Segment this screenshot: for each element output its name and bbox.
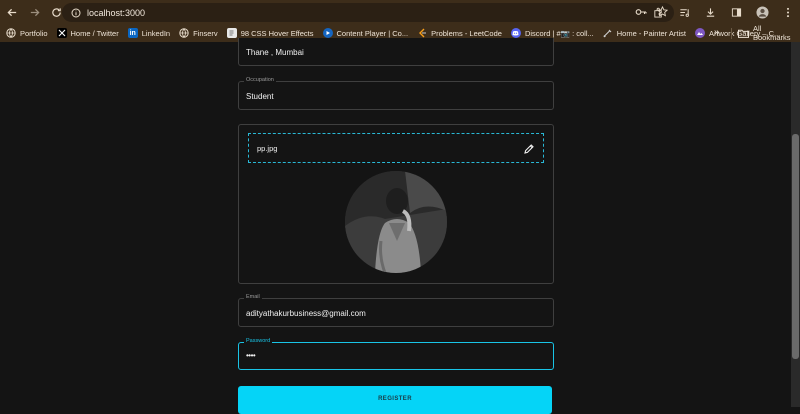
- browser-chrome: localhost:3000 Portfolio Home / Twitter …: [0, 0, 800, 42]
- bookmark-label: Problems - LeetCode: [431, 28, 502, 38]
- more-bookmarks-button[interactable]: »: [714, 27, 720, 38]
- occupation-value[interactable]: Student: [246, 92, 274, 101]
- download-icon[interactable]: [700, 2, 720, 22]
- edit-pencil-icon[interactable]: [523, 142, 535, 154]
- bookmark-label: 98 CSS Hover Effects: [240, 28, 314, 38]
- profile-picture-upload: pp.jpg: [238, 124, 554, 284]
- address-bar[interactable]: localhost:3000: [62, 3, 674, 22]
- register-button[interactable]: REGISTER: [238, 386, 552, 414]
- file-dropzone[interactable]: pp.jpg: [248, 133, 544, 163]
- bookmark-twitter[interactable]: Home / Twitter: [56, 24, 119, 42]
- location-value[interactable]: Thane , Mumbai: [246, 48, 304, 57]
- bookmark-label: LinkedIn: [141, 28, 171, 38]
- bookmark-linkedin[interactable]: in LinkedIn: [127, 24, 171, 42]
- bookmark-label: Content Player | Co...: [336, 28, 409, 38]
- player-icon: [322, 28, 333, 38]
- extensions-icon[interactable]: [648, 2, 668, 22]
- password-key-icon[interactable]: [635, 4, 647, 22]
- gallery-icon: [694, 28, 705, 38]
- side-panel-icon[interactable]: [726, 2, 746, 22]
- password-value[interactable]: ••••: [246, 351, 256, 360]
- occupation-label: Occupation: [244, 77, 276, 83]
- linkedin-icon: in: [127, 28, 138, 38]
- forward-icon[interactable]: [24, 2, 44, 22]
- url-text[interactable]: localhost:3000: [87, 8, 145, 18]
- bookmark-label: Finserv: [193, 28, 218, 38]
- site-info-icon[interactable]: [67, 8, 85, 18]
- media-controls-icon[interactable]: [674, 2, 694, 22]
- occupation-field[interactable]: Occupation Student: [238, 77, 554, 110]
- profile-preview-image: [345, 171, 447, 273]
- bookmark-label: Home - Painter Artist: [616, 28, 686, 38]
- bookmark-label: Home / Twitter: [70, 28, 119, 38]
- bookmarks-divider: [731, 28, 732, 39]
- password-label: Password: [244, 338, 273, 344]
- password-field[interactable]: Password ••••: [238, 338, 554, 370]
- page-icon: [226, 28, 237, 38]
- email-field[interactable]: Email adityathakurbusiness@gmail.com: [238, 294, 554, 327]
- bookmark-painter-artist[interactable]: Home - Painter Artist: [603, 24, 686, 42]
- all-bookmarks-button[interactable]: All Bookmarks: [738, 24, 800, 42]
- browser-toolbar: localhost:3000: [0, 0, 800, 24]
- bookmark-label: Portfolio: [20, 28, 48, 38]
- brush-icon: [603, 28, 613, 38]
- globe-icon: [6, 28, 16, 38]
- bookmark-label: Discord | #📷 : coll...: [524, 28, 594, 38]
- all-bookmarks-label: All Bookmarks: [753, 24, 791, 42]
- email-label: Email: [244, 294, 262, 300]
- back-icon[interactable]: [2, 2, 22, 22]
- email-value[interactable]: adityathakurbusiness@gmail.com: [246, 309, 366, 318]
- location-field[interactable]: Thane , Mumbai: [238, 38, 554, 66]
- discord-icon: [510, 28, 521, 38]
- page-scrollbar-thumb[interactable]: [792, 134, 799, 359]
- bookmark-finserv[interactable]: Finserv: [179, 24, 218, 42]
- profile-avatar-icon[interactable]: [752, 2, 772, 22]
- uploaded-filename: pp.jpg: [257, 144, 278, 153]
- leetcode-icon: [417, 28, 427, 38]
- folder-icon: [738, 29, 749, 38]
- menu-kebab-icon[interactable]: [778, 2, 798, 22]
- x-logo-icon: [56, 28, 67, 38]
- bookmark-portfolio[interactable]: Portfolio: [6, 24, 48, 42]
- globe-icon: [179, 28, 189, 38]
